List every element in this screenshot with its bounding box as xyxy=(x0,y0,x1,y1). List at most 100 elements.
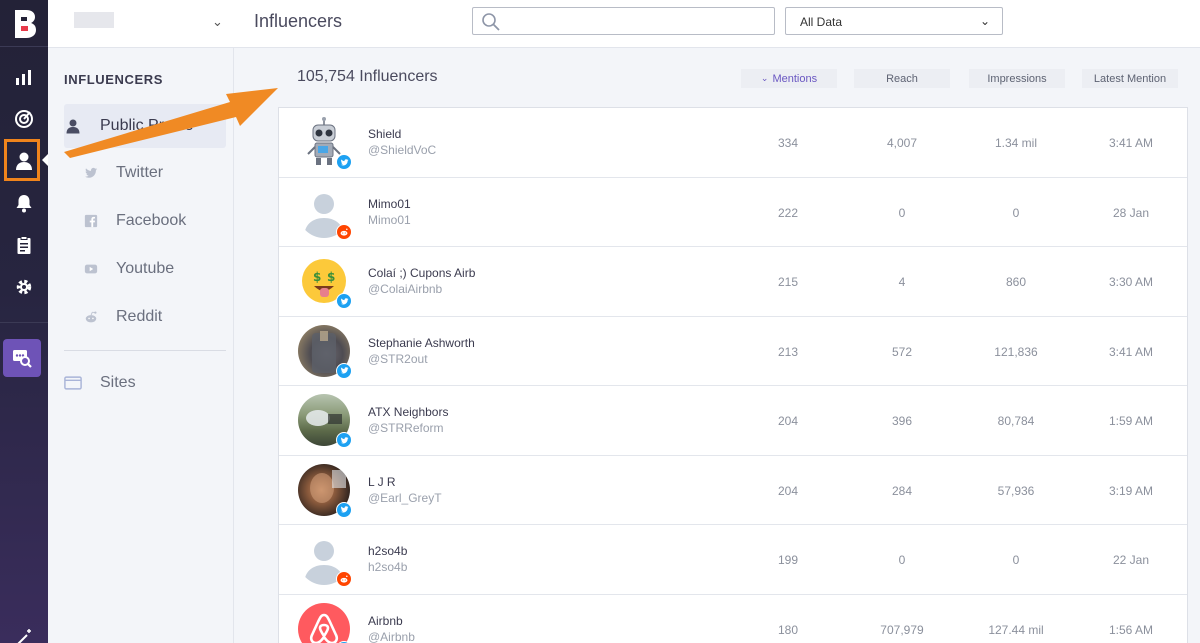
influencer-name[interactable]: Airbnb xyxy=(368,614,403,628)
clipboard-icon[interactable] xyxy=(9,230,39,260)
reach-value: 707,979 xyxy=(880,622,924,637)
twitter-badge-icon xyxy=(336,432,352,448)
impressions-value: 80,784 xyxy=(997,414,1035,428)
latest-mention-value: 3:30 AM xyxy=(1108,275,1154,289)
influencer-handle: @ColaiAirbnb xyxy=(368,282,443,296)
icon-rail xyxy=(0,0,48,643)
table-row[interactable]: Mimo01 Mimo01 222 0 0 28 Jan xyxy=(279,178,1187,247)
mentions-value: 204 xyxy=(777,414,799,428)
app-window: ⌄ INFLUENCERS Public Profile Twitter Fac… xyxy=(0,0,1200,643)
table-row[interactable]: Shield @ShieldVoC 334 4,007 1.34 mil 3:4… xyxy=(279,108,1187,178)
impressions-value: 127.44 mil xyxy=(988,622,1044,637)
search-box[interactable] xyxy=(472,7,775,35)
table-row[interactable]: ATX Neighbors @STRReform 204 396 80,784 … xyxy=(279,386,1187,456)
analytics-icon[interactable] xyxy=(9,62,39,92)
sidebar-divider xyxy=(64,350,226,351)
twitter-badge-icon xyxy=(336,501,352,518)
reach-value: 0 xyxy=(898,553,906,567)
sidebar-item-reddit[interactable]: Reddit xyxy=(82,295,226,339)
latest-mention-value: 22 Jan xyxy=(1112,553,1150,567)
latest-mention-value: 3:41 AM xyxy=(1108,136,1154,150)
influencer-name[interactable]: Colaí ;) Cupons Airb xyxy=(368,266,475,280)
impressions-value: 0 xyxy=(1012,553,1020,567)
avatar[interactable] xyxy=(298,116,352,170)
mentions-value: 213 xyxy=(777,344,799,359)
influencer-table: Shield @ShieldVoC 334 4,007 1.34 mil 3:4… xyxy=(278,107,1188,643)
column-label: Mentions xyxy=(772,72,818,85)
search-input[interactable] xyxy=(507,11,767,31)
avatar[interactable] xyxy=(298,533,352,587)
mentions-value: 334 xyxy=(777,136,799,150)
reddit-icon xyxy=(82,310,100,324)
reach-value: 0 xyxy=(898,205,906,220)
table-row[interactable]: Airbnb @Airbnb 180 707,979 127.44 mil 1:… xyxy=(279,595,1187,643)
column-label: Latest Mention xyxy=(1093,72,1167,85)
magic-wand-icon[interactable] xyxy=(9,622,39,643)
influencer-name[interactable]: h2so4b xyxy=(368,544,407,558)
search-icon xyxy=(482,13,500,31)
influencer-handle: @ShieldVoC xyxy=(368,143,437,157)
influencer-handle: @STRReform xyxy=(368,421,444,435)
reddit-badge-icon xyxy=(336,223,352,240)
impressions-value: 0 xyxy=(1012,205,1020,220)
impressions-value: 1.34 mil xyxy=(994,136,1038,150)
mentions-value: 180 xyxy=(777,622,799,637)
mentions-value: 199 xyxy=(777,553,799,567)
sidebar-item-sites[interactable]: Sites xyxy=(64,361,226,405)
latest-mention-value: 28 Jan xyxy=(1112,205,1150,220)
mentions-value: 222 xyxy=(777,205,799,220)
sort-impressions-button[interactable]: Impressions xyxy=(969,69,1065,88)
influencer-name[interactable]: Mimo01 xyxy=(368,197,411,211)
browser-icon xyxy=(64,375,82,391)
svg-text:$: $ xyxy=(313,270,321,284)
sort-mentions-button[interactable]: ⌄ Mentions xyxy=(741,69,837,88)
influencer-handle: @Earl_GreyT xyxy=(368,490,442,505)
chevron-down-icon: ⌄ xyxy=(979,14,990,28)
column-label: Impressions xyxy=(987,72,1047,85)
twitter-badge-icon xyxy=(336,293,352,309)
table-row[interactable]: L J R @Earl_GreyT 204 284 57,936 3:19 AM xyxy=(279,456,1187,525)
influencer-name[interactable]: ATX Neighbors xyxy=(368,405,448,419)
latest-mention-value: 3:19 AM xyxy=(1108,483,1154,498)
avatar[interactable] xyxy=(298,185,352,240)
gear-icon[interactable] xyxy=(9,272,39,302)
latest-mention-value: 1:59 AM xyxy=(1108,414,1154,428)
data-filter-value: All Data xyxy=(800,15,843,29)
sort-desc-icon: ⌄ xyxy=(760,73,769,83)
sidebar-item-label: Facebook xyxy=(116,212,187,229)
brand-logo[interactable] xyxy=(9,6,39,38)
listening-search-button[interactable] xyxy=(3,339,41,377)
table-row[interactable]: h2so4b h2so4b 199 0 0 22 Jan xyxy=(279,525,1187,595)
avatar[interactable]: $ $ xyxy=(298,255,352,309)
radar-icon[interactable] xyxy=(9,104,39,134)
impressions-value: 121,836 xyxy=(994,344,1038,359)
sidebar-item-facebook[interactable]: Facebook xyxy=(82,199,226,243)
reach-value: 572 xyxy=(891,344,913,359)
avatar[interactable] xyxy=(298,602,352,643)
top-header: Influencers All Data ⌄ xyxy=(234,0,1200,48)
influencer-handle: Mimo01 xyxy=(368,212,411,227)
rail-divider xyxy=(0,46,48,47)
sidebar-item-youtube[interactable]: Youtube xyxy=(82,247,226,291)
table-row[interactable]: $ $ Colaí ;) Cupons Airb @ColaiAirbnb 21… xyxy=(279,247,1187,317)
data-filter-select[interactable]: All Data ⌄ xyxy=(785,7,1003,35)
influencer-name[interactable]: Stephanie Ashworth xyxy=(368,336,475,350)
influencer-name[interactable]: Shield xyxy=(368,127,401,141)
influencer-handle: @STR2out xyxy=(368,351,428,366)
active-nav-highlight xyxy=(4,139,40,181)
avatar[interactable] xyxy=(298,324,352,379)
table-row[interactable]: Stephanie Ashworth @STR2out 213 572 121,… xyxy=(279,317,1187,386)
avatar[interactable] xyxy=(298,394,352,448)
airbnb-logo-icon xyxy=(309,613,339,643)
bell-icon[interactable] xyxy=(9,188,39,218)
column-label: Reach xyxy=(886,72,918,85)
project-switcher[interactable]: ⌄ xyxy=(48,0,234,48)
twitter-icon xyxy=(82,166,100,180)
sort-latest-mention-button[interactable]: Latest Mention xyxy=(1082,69,1178,88)
sort-reach-button[interactable]: Reach xyxy=(854,69,950,88)
twitter-badge-icon xyxy=(336,154,352,170)
mentions-value: 204 xyxy=(777,483,799,498)
reach-value: 4,007 xyxy=(886,136,918,150)
influencer-name[interactable]: L J R xyxy=(368,475,396,489)
avatar[interactable] xyxy=(298,463,352,518)
